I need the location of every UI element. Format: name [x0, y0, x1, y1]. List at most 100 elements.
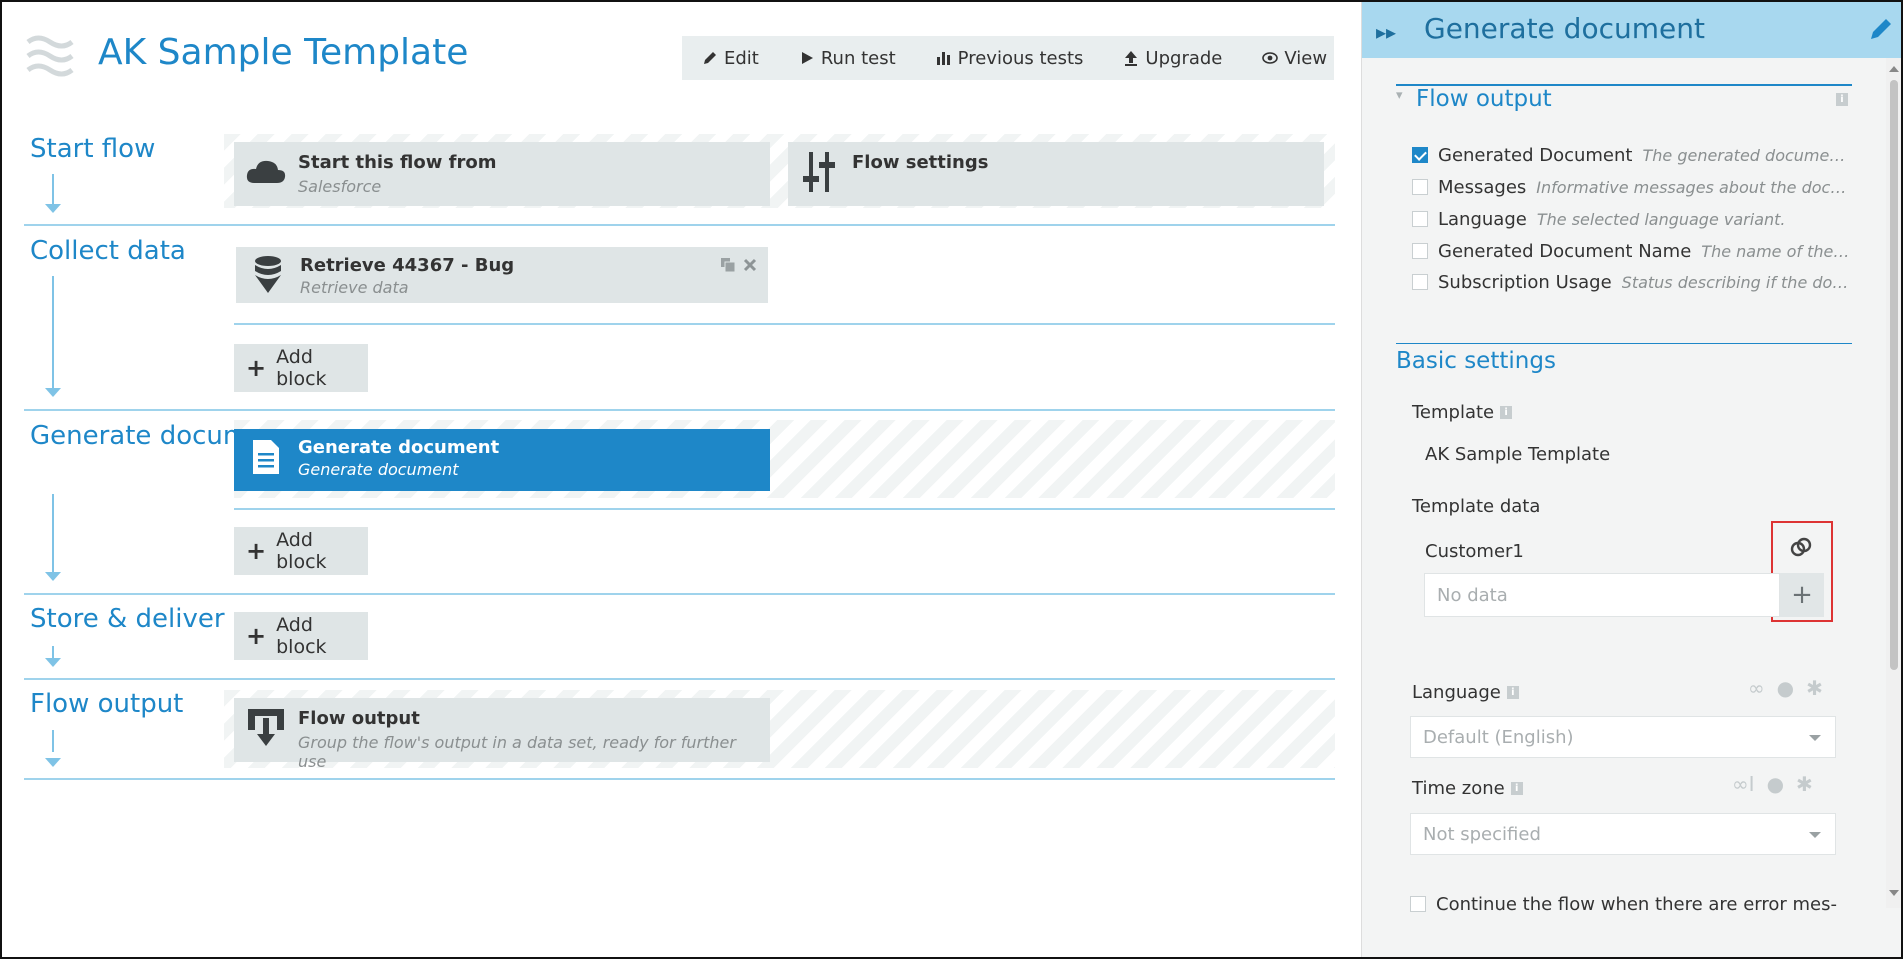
language-selected-value: Default (English) — [1423, 727, 1574, 748]
copy-icon[interactable] — [720, 257, 736, 273]
double-chevron-right-icon[interactable]: ▸▸ — [1376, 20, 1396, 44]
customer-data-input[interactable]: No data — [1424, 573, 1780, 617]
pencil-icon — [704, 52, 716, 64]
basic-settings-heading: Basic settings — [1396, 348, 1556, 374]
pencil-icon[interactable] — [1868, 16, 1894, 42]
section-divider — [24, 678, 1335, 680]
timezone-label: Time zone i — [1412, 778, 1523, 799]
section-inner-divider — [234, 508, 1335, 510]
checkbox[interactable] — [1410, 896, 1426, 912]
add-block-button[interactable]: + Add block — [234, 612, 368, 660]
run-test-button[interactable]: Run test — [799, 48, 896, 69]
checkbox[interactable] — [1412, 274, 1428, 290]
link-text-icon[interactable]: ∞I — [1732, 772, 1755, 796]
scroll-down-arrow-icon[interactable] — [1889, 890, 1899, 896]
continue-on-error-option[interactable]: Continue the flow when there are error m… — [1410, 890, 1850, 918]
checkbox[interactable] — [1412, 147, 1428, 163]
arrow-down-icon — [45, 204, 61, 213]
flow-connector — [52, 174, 54, 204]
info-icon[interactable]: i — [1506, 686, 1519, 699]
section-divider — [24, 224, 1335, 226]
sliders-icon — [800, 152, 840, 192]
timezone-selected-value: Not specified — [1423, 824, 1541, 845]
asterisk-icon[interactable]: ✱ — [1796, 772, 1813, 796]
output-option-generated-document[interactable]: Generated Document The generated documen… — [1412, 141, 1852, 169]
checkbox[interactable] — [1412, 179, 1428, 195]
previous-tests-button[interactable]: Previous tests — [936, 47, 1084, 69]
panel-scrollbar[interactable] — [1886, 58, 1901, 908]
plus-icon: + — [246, 354, 267, 382]
retrieve-block[interactable]: Retrieve 44367 - Bug Retrieve data — [236, 247, 768, 303]
generate-document-block[interactable]: Generate document Generate document — [234, 429, 770, 491]
bar-chart-icon — [936, 52, 950, 65]
block-title: Flow settings — [852, 152, 989, 173]
output-option-messages[interactable]: Messages Informative messages about the … — [1412, 173, 1852, 201]
properties-panel: ▸▸ Generate document ▾ Flow output i Gen… — [1361, 2, 1901, 957]
play-icon — [801, 52, 813, 64]
scroll-up-arrow-icon[interactable] — [1889, 66, 1899, 72]
asterisk-icon[interactable]: ✱ — [1806, 676, 1823, 700]
output-description: The selected language variant. — [1536, 209, 1786, 229]
checkbox[interactable] — [1412, 211, 1428, 227]
view-button[interactable]: View — [1262, 48, 1327, 69]
add-block-button[interactable]: + Add block — [234, 527, 368, 575]
output-name: Generated Document Name — [1438, 240, 1692, 262]
section-divider — [24, 593, 1335, 595]
cloud-icon — [246, 152, 286, 192]
output-description: Status describing if the docu... — [1621, 272, 1852, 292]
arrow-down-icon — [45, 388, 61, 397]
timezone-select[interactable]: Not specified — [1410, 813, 1836, 855]
add-block-label: Add block — [276, 346, 327, 390]
basic-settings-section: Basic settings — [1396, 343, 1852, 374]
output-name: Generated Document — [1438, 144, 1633, 166]
add-data-button[interactable]: + — [1780, 573, 1824, 617]
section-flow-output: Flow output — [30, 689, 184, 719]
upgrade-button[interactable]: Upgrade — [1123, 48, 1222, 69]
block-subtitle: Generate document — [298, 460, 459, 479]
language-select[interactable]: Default (English) — [1410, 716, 1836, 758]
template-label-text: Template — [1412, 402, 1495, 423]
flow-connector — [52, 730, 54, 752]
section-divider — [24, 409, 1335, 411]
close-icon[interactable] — [742, 257, 758, 273]
section-divider — [24, 778, 1335, 780]
checkbox[interactable] — [1412, 243, 1428, 259]
panel-header: ▸▸ Generate document — [1362, 2, 1901, 58]
link-icon[interactable] — [1790, 536, 1812, 558]
arrow-down-icon — [45, 658, 61, 667]
user-icon[interactable]: ● — [1777, 676, 1794, 700]
info-icon[interactable]: i — [1836, 93, 1848, 106]
edit-button[interactable]: Edit — [702, 48, 759, 69]
info-icon[interactable]: i — [1500, 406, 1513, 419]
start-trigger-block[interactable]: Start this flow from Salesforce — [234, 142, 770, 206]
plus-icon: + — [246, 537, 267, 565]
arrow-down-icon — [45, 758, 61, 767]
output-option-language[interactable]: Language The selected language variant. — [1412, 205, 1852, 233]
output-option-generated-document-name[interactable]: Generated Document Name The name of the … — [1412, 237, 1852, 265]
app-logo-icon — [26, 35, 74, 77]
customer-field-label: Customer1 — [1425, 541, 1524, 562]
chevron-down-icon — [1809, 735, 1821, 741]
scroll-thumb[interactable] — [1890, 80, 1898, 670]
previous-tests-label: Previous tests — [957, 47, 1084, 69]
link-icon[interactable]: ∞ — [1748, 676, 1765, 700]
output-name: Messages — [1438, 176, 1527, 198]
flow-output-block[interactable]: Flow output Group the flow's output in a… — [234, 698, 770, 771]
block-title: Generate document — [298, 437, 500, 458]
block-subtitle: Retrieve data — [300, 278, 409, 297]
user-icon[interactable]: ● — [1767, 772, 1784, 796]
output-option-subscription-usage[interactable]: Subscription Usage Status describing if … — [1412, 268, 1852, 296]
collapse-triangle-icon[interactable]: ▾ — [1396, 88, 1403, 103]
add-block-button[interactable]: + Add block — [234, 344, 368, 392]
panel-title: Generate document — [1424, 12, 1705, 45]
info-icon[interactable]: i — [1510, 782, 1523, 795]
view-label: View — [1284, 47, 1328, 69]
flow-connector — [52, 276, 54, 388]
section-collect-data: Collect data — [30, 236, 186, 266]
flow-settings-block[interactable]: Flow settings — [788, 142, 1324, 206]
plus-icon: + — [246, 622, 267, 650]
upload-arrow-icon — [1125, 51, 1138, 66]
eye-icon — [1262, 52, 1279, 64]
block-subtitle: Salesforce — [298, 177, 382, 196]
app-window: AK Sample Template Edit Run test Previou… — [0, 0, 1903, 959]
